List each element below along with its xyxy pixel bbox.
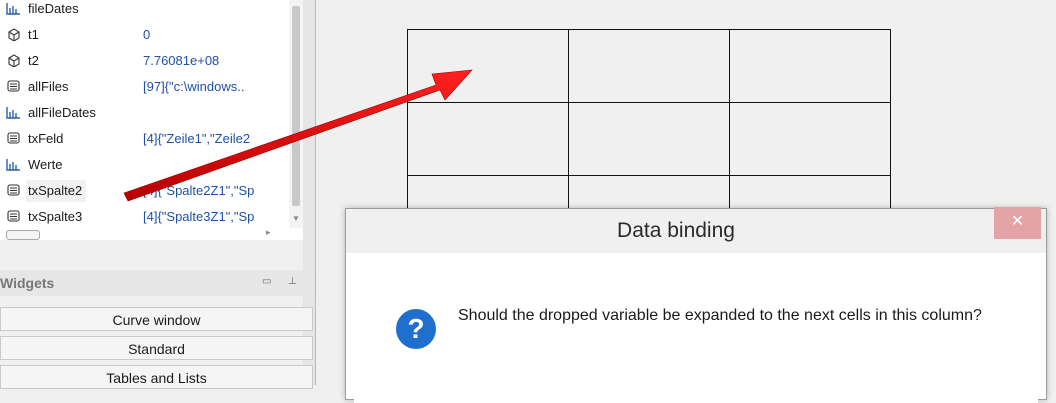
variable-value: [4]{"Spalte3Z1","Sp xyxy=(143,209,255,224)
variables-panel: fileDates t1 0 t2 7.76081e+08 allFiles [… xyxy=(0,0,303,240)
dialog-message: Should the dropped variable be expanded … xyxy=(458,307,982,324)
variable-row[interactable]: Werte xyxy=(0,154,290,176)
widgets-panel-header: Widgets ▭ ⊥ xyxy=(0,270,313,296)
data-binding-dialog: Data binding ✕ ? Should the dropped vari… xyxy=(345,207,1047,403)
array-chart-icon xyxy=(6,159,20,171)
variable-name: allFiles xyxy=(28,79,69,94)
variable-name: txSpalte3 xyxy=(28,209,83,224)
table-cell[interactable] xyxy=(407,102,569,176)
variable-row[interactable]: t1 0 xyxy=(0,24,290,46)
scroll-down-arrow-icon[interactable]: ▼ xyxy=(292,214,300,223)
restore-icon[interactable]: ▭ xyxy=(262,276,271,287)
list-icon xyxy=(7,80,20,92)
table-cell[interactable] xyxy=(729,102,891,176)
variable-name: fileDates xyxy=(28,1,79,16)
variable-name: t1 xyxy=(28,27,39,42)
close-button[interactable]: ✕ xyxy=(994,207,1041,239)
scroll-right-arrow-icon[interactable]: ▸ xyxy=(266,227,271,238)
table-cell[interactable] xyxy=(568,29,730,103)
table-row xyxy=(407,29,891,103)
table-row xyxy=(407,102,891,176)
array-chart-icon xyxy=(6,107,20,119)
variable-row[interactable]: allFiles [97]{"c:\windows.. xyxy=(0,76,290,98)
variable-value: 7.76081e+08 xyxy=(143,53,220,68)
table-cell[interactable] xyxy=(729,29,891,103)
widget-button-standard[interactable]: Standard xyxy=(0,336,313,360)
scrollbar-thumb[interactable] xyxy=(6,230,40,240)
variable-value: [4]{"Spalte2Z1","Sp xyxy=(143,183,255,198)
widget-button-tables-and-lists[interactable]: Tables and Lists xyxy=(0,365,313,389)
list-icon xyxy=(7,184,20,196)
variable-row[interactable]: t2 7.76081e+08 xyxy=(0,50,290,72)
variable-name: txFeld xyxy=(28,131,64,146)
variable-row[interactable]: allFileDates xyxy=(0,102,290,124)
array-chart-icon xyxy=(6,3,20,15)
variable-row[interactable]: txSpalte3 [4]{"Spalte3Z1","Sp xyxy=(0,206,290,228)
widgets-panel-title: Widgets xyxy=(0,275,55,291)
variable-value: 0 xyxy=(143,27,151,42)
variable-value: [4]{"Zeile1","Zeile2 xyxy=(143,131,251,146)
list-icon xyxy=(7,210,20,222)
pin-icon[interactable]: ⊥ xyxy=(288,276,297,287)
variable-name: t2 xyxy=(28,53,39,68)
question-icon: ? xyxy=(396,309,436,349)
variable-name: Werte xyxy=(28,157,63,172)
widget-button-curve-window[interactable]: Curve window xyxy=(0,307,313,331)
horizontal-scrollbar[interactable]: ▸ xyxy=(0,227,289,240)
variable-name: txSpalte2 xyxy=(26,180,87,202)
cube-icon xyxy=(8,28,20,41)
cube-icon xyxy=(8,54,20,67)
variable-row-selected[interactable]: txSpalte2 [4]{"Spalte2Z1","Sp xyxy=(0,180,290,202)
variable-row[interactable]: fileDates xyxy=(0,0,290,20)
vertical-scrollbar[interactable]: ▼ xyxy=(289,0,303,228)
list-icon xyxy=(7,132,20,144)
horizontal-splitter[interactable] xyxy=(0,240,303,270)
variable-row[interactable]: txFeld [4]{"Zeile1","Zeile2 xyxy=(0,128,290,150)
variable-value: [97]{"c:\windows.. xyxy=(143,79,245,94)
table-cell[interactable] xyxy=(407,29,569,103)
dialog-titlebar[interactable]: Data binding ✕ xyxy=(346,207,1046,253)
scrollbar-thumb[interactable] xyxy=(292,6,300,206)
dialog-title: Data binding xyxy=(617,219,735,242)
table-cell[interactable] xyxy=(568,102,730,176)
dialog-body: ? Should the dropped variable be expande… xyxy=(354,253,1038,403)
variable-name: allFileDates xyxy=(28,105,96,120)
